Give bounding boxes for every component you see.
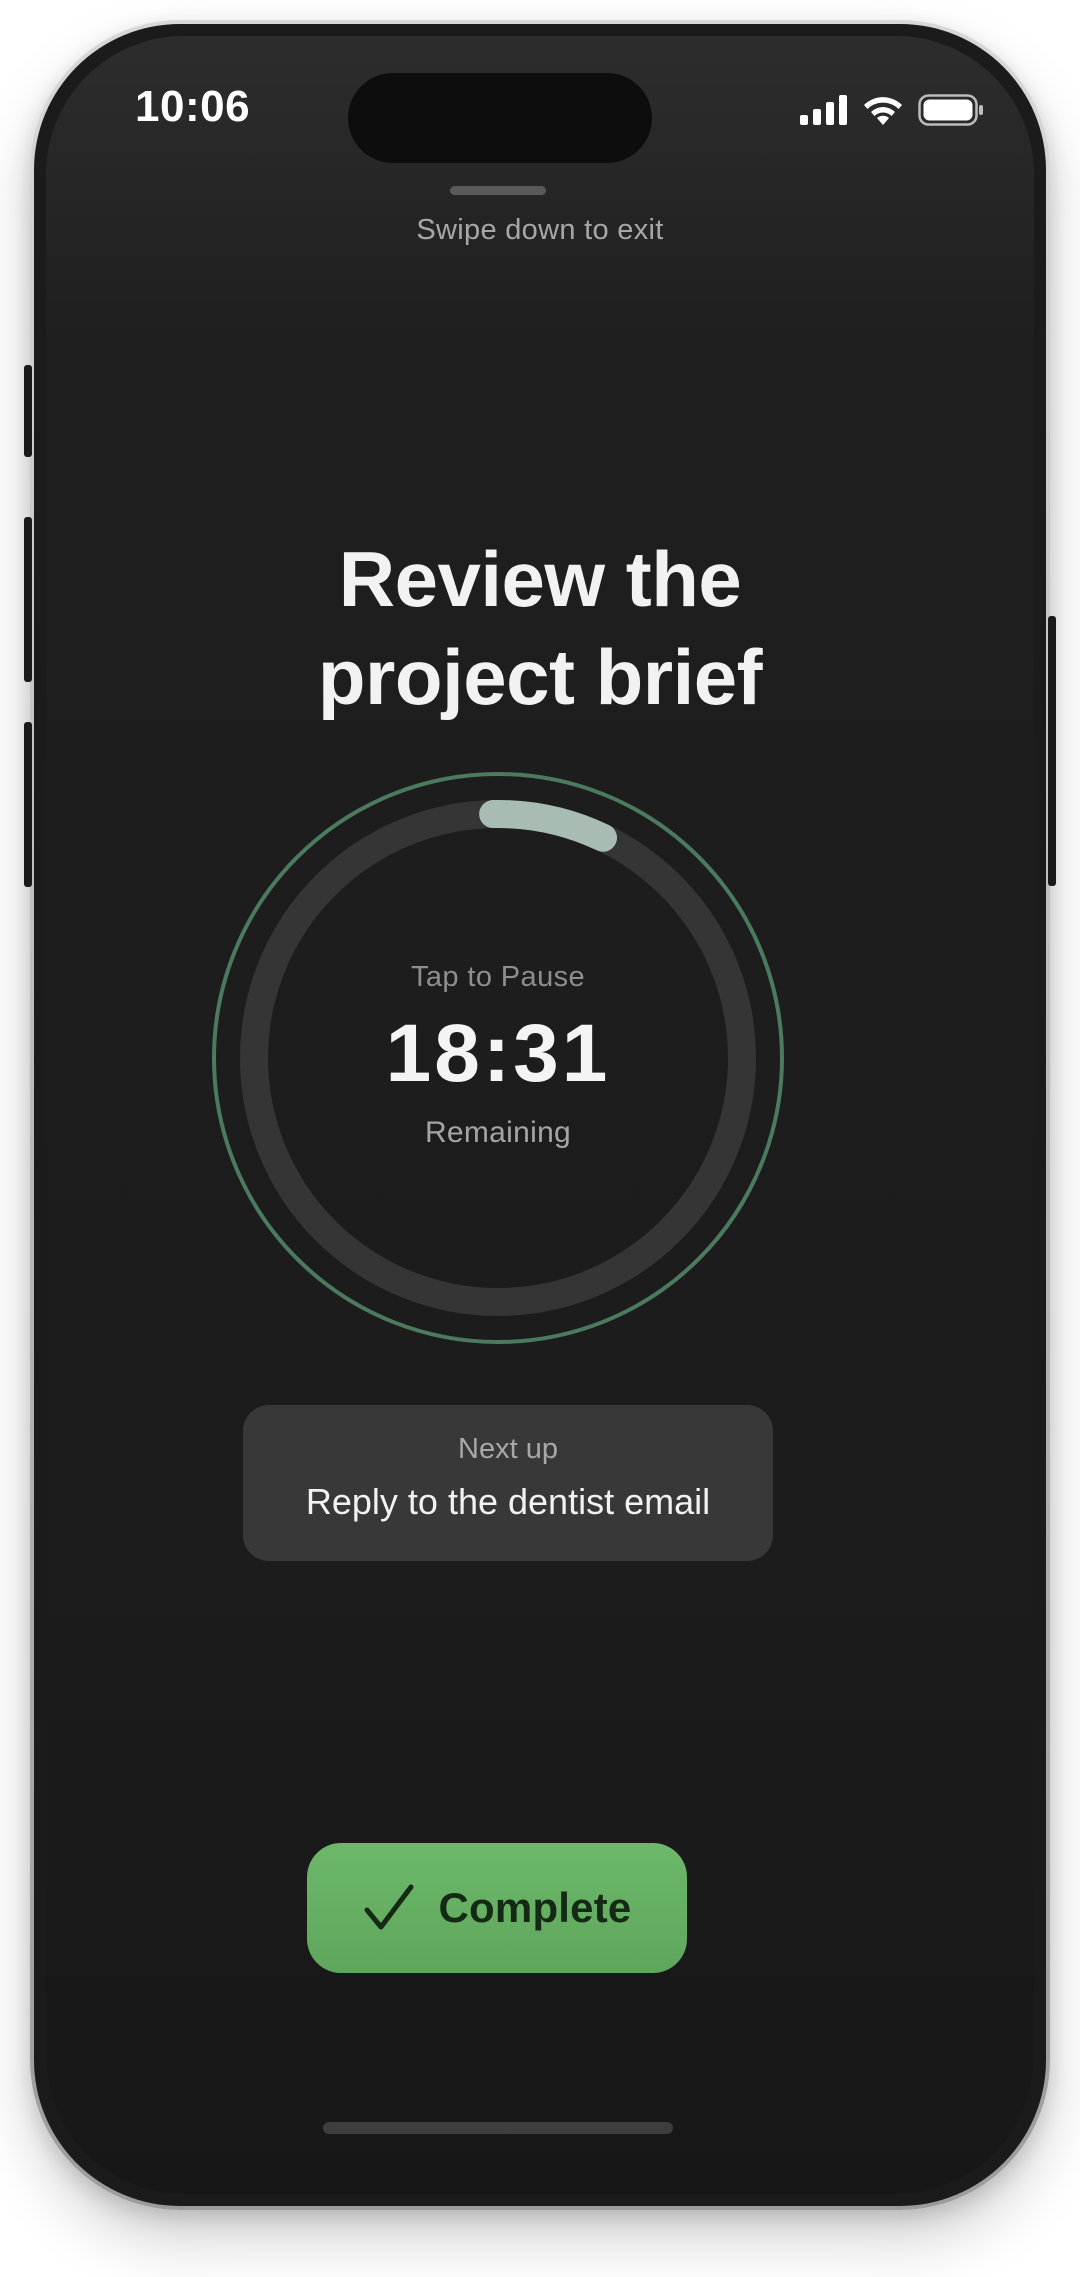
cellular-signal-icon [800,95,847,125]
sheet-grabber[interactable] [450,186,546,195]
timer-center: Tap to Pause 18:31 Remaining [210,770,786,1346]
next-up-card[interactable]: Next up Reply to the dentist email [243,1405,773,1561]
time-remaining: 18:31 [385,1007,611,1099]
timer-ring[interactable]: Tap to Pause 18:31 Remaining [210,770,786,1346]
tap-to-pause-label: Tap to Pause [410,960,586,993]
task-title-line-2: project brief [317,633,763,721]
complete-button[interactable]: Complete [307,1843,687,1973]
home-indicator[interactable] [323,2122,673,2134]
page: 10:06 Swipe down to exit Review the proj… [0,0,1080,2277]
swipe-down-hint: Swipe down to exit [416,214,664,246]
battery-icon [918,94,983,126]
task-title-line-1: Review the [338,535,742,623]
remaining-label: Remaining [424,1115,572,1149]
volume-up-button [24,517,32,682]
checkmark-icon [364,1884,414,1930]
complete-button-label: Complete [438,1884,632,1931]
power-button [1048,616,1056,886]
volume-down-button [24,722,32,887]
current-task-title: Review the project brief [60,530,1020,726]
dynamic-island [348,73,652,163]
status-icons [800,94,984,126]
next-up-label: Next up [458,1433,558,1465]
wifi-icon [864,97,902,125]
action-button [24,365,32,457]
status-time: 10:06 [135,82,251,131]
next-up-task: Reply to the dentist email [305,1481,711,1522]
